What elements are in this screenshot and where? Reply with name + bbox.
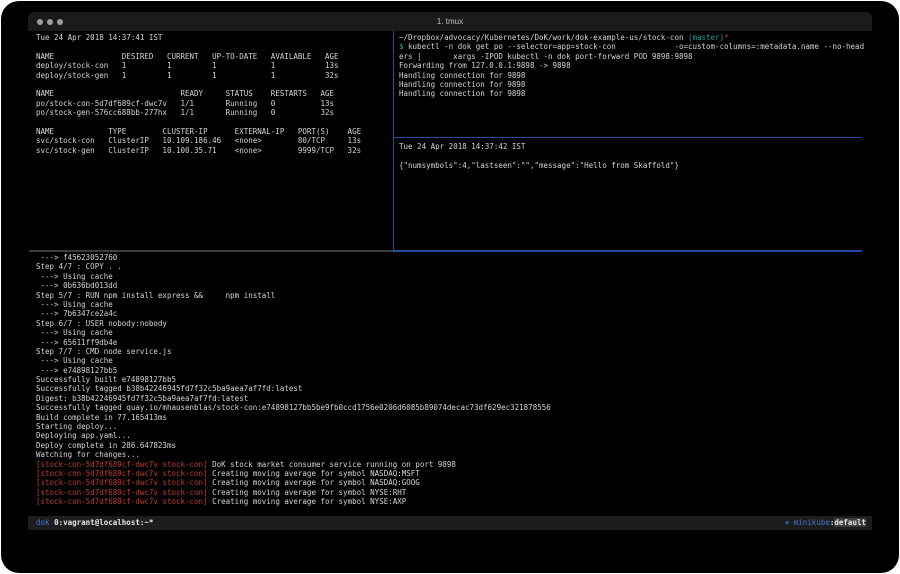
terminal-text-segment: [stock-con-5d7df689cf-dwc7v stock-con] [36,469,208,478]
terminal-line: Forwarding from 127.0.0.1:9898 -> 9898 [399,61,866,70]
terminal-line: Handling connection for 9898 [399,80,866,89]
terminal-line [36,118,392,127]
terminal-line [399,151,866,160]
pane-divider-main-left[interactable] [29,250,393,252]
pane-skaffold-build-log[interactable]: ---> f45623052760Step 4/7 : COPY . . ---… [36,253,866,513]
terminal-line: ~/Dropbox/advocacy/Kubernetes/DoK/work/d… [399,33,866,42]
pane-divider-main-right[interactable] [393,250,862,252]
terminal-line: ---> 65611ff9db4e [36,338,866,347]
terminal-text-segment: * [724,33,729,42]
traffic-lights [28,19,63,25]
terminal-line: Step 6/7 : USER nobody:nobody [36,319,866,328]
minimize-button[interactable] [47,19,53,25]
terminal-line: svc/stock-con ClusterIP 10.109.186.46 <n… [36,136,392,145]
terminal-line: NAME TYPE CLUSTER-IP EXTERNAL-IP PORT(S)… [36,127,392,136]
terminal-line: Deploy complete in 286.647823ms [36,441,866,450]
terminal-line: Successfully tagged b38b42246945fd7f32c5… [36,384,866,393]
terminal-line: po/stock-con-5d7df689cf-dwc7v 1/1 Runnin… [36,99,392,108]
terminal-line: ⎈ minikube:default [785,516,866,530]
terminal-line: Digest: b38b42246945fd7f32c5ba9aea7af7fd… [36,394,866,403]
pane-service-response[interactable]: Tue 24 Apr 2018 14:37:42 IST {"numsymbols… [399,142,866,249]
close-button[interactable] [37,19,43,25]
terminal-text-segment: Creating moving average for symbol NASDA… [208,478,420,487]
terminal-line: Handling connection for 9898 [399,71,866,80]
window-title: 1. tmux [28,17,872,26]
terminal-line: Successfully tagged quay.io/mhausenblas/… [36,403,866,412]
terminal-line: Successfully built e74898127bb5 [36,375,866,384]
terminal-text-segment: DoK stock market consumer service runnin… [208,460,456,469]
terminal-line: [stock-con-5d7df689cf-dwc7v stock-con] C… [36,488,866,497]
terminal-text-segment: [stock-con-5d7df689cf-dwc7v stock-con] [36,497,208,506]
terminal-line: ---> 7b6347ce2a4c [36,309,866,318]
terminal-line: [stock-con-5d7df689cf-dwc7v stock-con] D… [36,460,866,469]
terminal-line: ---> e74898127bb5 [36,366,866,375]
terminal-line: ---> Using cache [36,328,866,337]
terminal-line: Handling connection for 9898 [399,89,866,98]
terminal-text-segment: Creating moving average for symbol NASDA… [208,469,420,478]
terminal-line: dok 0:vagrant@localhost:~* [36,516,153,530]
zoom-button[interactable] [57,19,63,25]
terminal-line: ---> Using cache [36,272,866,281]
terminal-line: Build complete in 77.165413ms [36,413,866,422]
terminal-line: deploy/stock-gen 1 1 1 1 32s [36,71,392,80]
terminal-line: ---> 0b636bd013dd [36,281,866,290]
terminal-line: Deploying app.yaml... [36,431,866,440]
terminal-text-segment: Creating moving average for symbol NYSE:… [208,488,407,497]
terminal-line: [stock-con-5d7df689cf-dwc7v stock-con] C… [36,497,866,506]
pane-port-forward[interactable]: ~/Dropbox/advocacy/Kubernetes/DoK/work/d… [399,33,866,136]
terminal-line: [stock-con-5d7df689cf-dwc7v stock-con] C… [36,469,866,478]
terminal-text-segment: [stock-con-5d7df689cf-dwc7v stock-con] [36,478,208,487]
terminal-line: Tue 24 Apr 2018 14:37:41 IST [36,33,392,42]
terminal-text-segment: ~/Dropbox/advocacy/Kubernetes/DoK/work/d… [399,33,688,42]
terminal-line: {"numsymbols":4,"lastseen":"","message":… [399,161,866,170]
pane-kubectl-resources[interactable]: Tue 24 Apr 2018 14:37:41 IST NAME DESIRED… [36,33,392,249]
terminal-text-segment: [stock-con-5d7df689cf-dwc7v stock-con] [36,460,208,469]
terminal-line: $ kubectl -n dok get po --selector=app=s… [399,42,866,51]
terminal-line: Step 5/7 : RUN npm install express && np… [36,291,866,300]
tmux-status-right: ⎈ minikube:default [785,516,866,530]
pane-divider-vertical[interactable] [393,31,394,250]
terminal-line: Starting deploy... [36,422,866,431]
terminal-text-segment: Creating moving average for symbol NYSE:… [208,497,407,506]
tmux-status-bar: dok 0:vagrant@localhost:~* ⎈ minikube:de… [28,516,872,530]
terminal-text-segment: (master) [688,33,724,42]
tmux-status-left[interactable]: dok 0:vagrant@localhost:~* [36,516,153,530]
terminal-line: [stock-con-5d7df689cf-dwc7v stock-con] C… [36,478,866,487]
terminal-text-segment: default [834,518,866,527]
terminal-line: ---> f45623052760 [36,253,866,262]
terminal-line: NAME DESIRED CURRENT UP-TO-DATE AVAILABL… [36,52,392,61]
terminal-line: ---> Using cache [36,300,866,309]
terminal-line: NAME READY STATUS RESTARTS AGE [36,89,392,98]
terminal-text-segment: kubectl -n dok get po --selector=app=sto… [404,42,865,51]
terminal-line: Step 7/7 : CMD node service.js [36,347,866,356]
terminal-line: Watching for changes... [36,450,866,459]
terminal-line: ---> Using cache [36,356,866,365]
terminal-line [36,42,392,51]
terminal-line: ers | xargs -IPOD kubectl -n dok port-fo… [399,52,866,61]
terminal-line: po/stock-gen-576cc688bb-277hx 1/1 Runnin… [36,108,392,117]
terminal-line: Tue 24 Apr 2018 14:37:42 IST [399,142,866,151]
terminal-text-segment: 0:vagrant@localhost:~* [54,518,153,527]
terminal-line: Step 4/7 : COPY . . [36,262,866,271]
terminal-line: svc/stock-gen ClusterIP 10.100.35.71 <no… [36,146,392,155]
pane-divider-right-horizontal[interactable] [394,137,862,138]
terminal-text-segment: dok [36,518,50,527]
terminal-line: deploy/stock-con 1 1 1 1 13s [36,61,392,70]
terminal-text-segment: ⎈ minikube [785,518,830,527]
window-titlebar: 1. tmux [28,12,872,31]
terminal-line [36,80,392,89]
terminal-text-segment: [stock-con-5d7df689cf-dwc7v stock-con] [36,488,208,497]
